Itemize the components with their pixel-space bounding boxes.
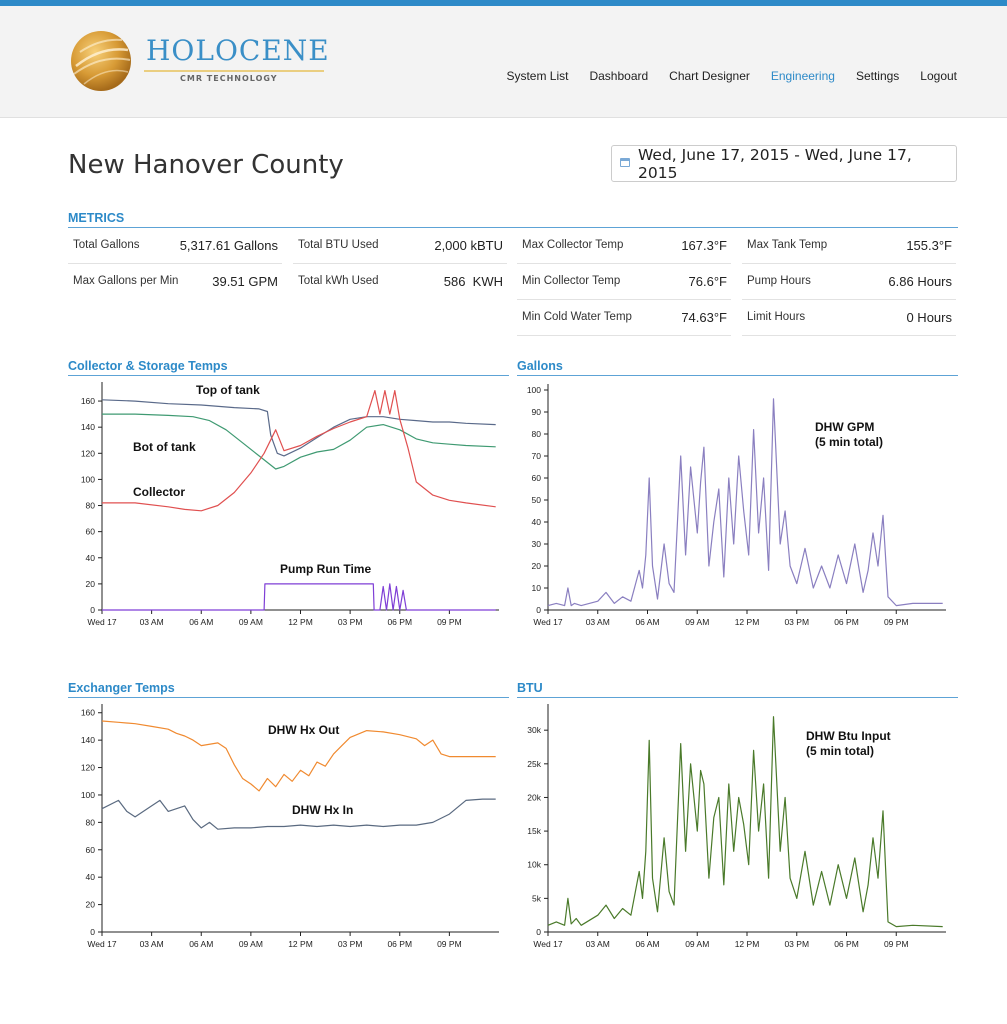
x-tick-label: Wed 17 — [533, 939, 562, 949]
y-tick-label: 10k — [527, 860, 541, 870]
y-tick-label: 5k — [532, 893, 542, 903]
series-line-dhw-btu-input — [547, 716, 943, 928]
chart-svg: 0 5k 10k 15k 20k 25k 30k Wed 17 03 AM 06 AM 09 AM 1… — [527, 704, 946, 949]
y-tick-label: 25k — [527, 759, 541, 769]
x-tick-label: 03 AM — [586, 939, 610, 949]
y-tick-label: 20k — [527, 792, 541, 802]
chart-annotation: DHW Btu Input — [806, 729, 891, 743]
x-tick-label: 12 PM — [735, 939, 760, 949]
y-tick-label: 0 — [536, 927, 541, 937]
x-tick-label: 09 AM — [685, 939, 709, 949]
x-tick-label: 06 AM — [635, 939, 659, 949]
y-tick-label: 30k — [527, 725, 541, 735]
x-tick-label: 03 PM — [784, 939, 809, 949]
chart-annotation: (5 min total) — [806, 744, 874, 758]
x-tick-label: 06 PM — [834, 939, 859, 949]
y-tick-label: 15k — [527, 826, 541, 836]
x-tick-label: 09 PM — [884, 939, 909, 949]
